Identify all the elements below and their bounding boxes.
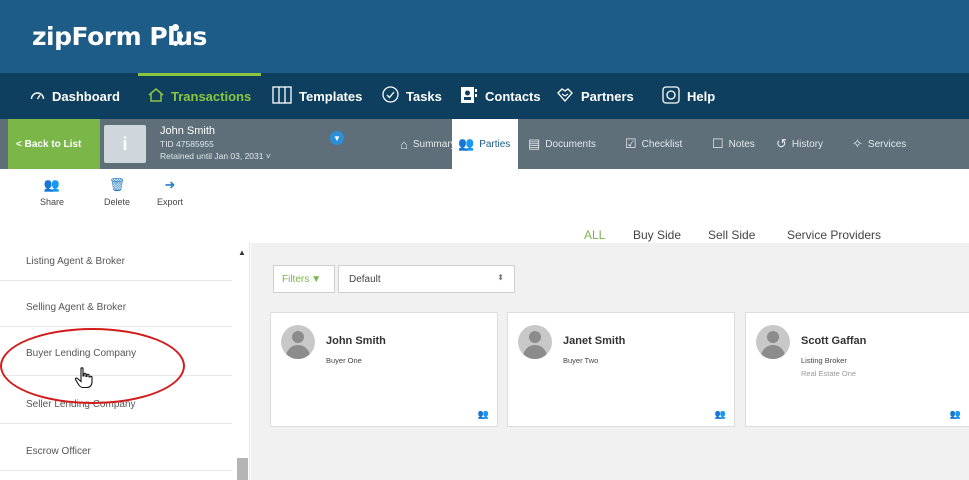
nav-tasks-label: Tasks xyxy=(406,88,442,104)
filters-label: Filters xyxy=(282,273,310,285)
check-circle-icon xyxy=(382,86,399,106)
filter-tab-sell-side[interactable]: Sell Side xyxy=(708,228,755,242)
share-people-icon[interactable]: 👥 xyxy=(478,409,489,420)
sidebar-item-listing-agent[interactable]: Listing Agent & Broker xyxy=(0,256,232,267)
transaction-retained[interactable]: Retained until Jan 03, 2031 ˅ xyxy=(160,151,271,161)
party-name: Scott Gaffan xyxy=(801,335,867,347)
party-card[interactable]: Janet Smith Buyer Two 👥 xyxy=(507,312,735,427)
delete-label: Delete xyxy=(103,197,130,207)
tab-services-label: Services xyxy=(867,138,907,150)
handshake-icon: ✧ xyxy=(852,136,863,151)
tab-history-label: History xyxy=(791,138,824,150)
share-label: Share xyxy=(39,197,65,207)
chevron-down-icon[interactable]: ▼ xyxy=(330,131,344,145)
back-to-list-button[interactable]: < Back to List xyxy=(8,119,100,169)
delete-button[interactable]: 🗑 Delete xyxy=(97,177,137,207)
sort-select-value: Default xyxy=(349,273,381,285)
avatar xyxy=(756,325,790,359)
people-icon: 👥 xyxy=(43,177,61,192)
template-icon xyxy=(272,85,292,107)
avatar xyxy=(518,325,552,359)
avatar xyxy=(281,325,315,359)
app-header: zipForm Plus xyxy=(0,0,969,73)
home-icon: ⌂ xyxy=(400,136,408,152)
party-name: John Smith xyxy=(326,335,386,347)
export-icon: ➜ xyxy=(164,177,176,192)
nav-help-label: Help xyxy=(687,88,716,104)
handshake-icon xyxy=(556,87,574,106)
party-role: Buyer One xyxy=(326,356,362,365)
tab-parties-label: Parties xyxy=(479,138,511,150)
tab-services[interactable]: ✧ Services xyxy=(852,119,906,169)
divider xyxy=(0,326,232,327)
sidebar-scrollbar[interactable]: ▲ xyxy=(236,242,249,480)
share-people-icon[interactable]: 👥 xyxy=(950,409,961,420)
filter-tab-all[interactable]: ALL xyxy=(584,228,605,242)
sidebar-item-escrow-officer[interactable]: Escrow Officer xyxy=(0,446,232,457)
select-arrows-icon: ⬍ xyxy=(497,273,504,282)
note-icon: ☐ xyxy=(712,136,724,151)
nav-templates-label: Templates xyxy=(299,88,363,104)
tab-documents[interactable]: ▤ Documents xyxy=(528,119,596,169)
party-name: Janet Smith xyxy=(563,335,626,347)
tab-summary-label: Summary xyxy=(412,138,456,150)
scrollbar-thumb[interactable] xyxy=(237,458,248,480)
party-role: Listing Broker xyxy=(801,356,847,365)
share-button[interactable]: 👥 Share xyxy=(32,177,72,207)
transaction-name: John Smith xyxy=(160,125,216,137)
export-label: Export xyxy=(156,197,183,207)
people-icon: 👥 xyxy=(458,136,475,151)
share-people-icon[interactable]: 👥 xyxy=(715,409,726,420)
filter-tab-service-providers[interactable]: Service Providers xyxy=(787,228,881,242)
export-button[interactable]: ➜ Export xyxy=(150,177,190,207)
annotation-circle xyxy=(0,328,185,404)
sort-select[interactable]: Default ⬍ xyxy=(338,265,515,293)
home-icon xyxy=(148,87,164,105)
document-icon: ▤ xyxy=(528,136,541,151)
tab-notes-label: Notes xyxy=(728,138,755,150)
filter-tab-buy-side[interactable]: Buy Side xyxy=(633,228,681,242)
party-card[interactable]: Scott Gaffan Listing Broker Real Estate … xyxy=(745,312,969,427)
contacts-icon xyxy=(460,86,478,107)
nav-dashboard[interactable]: Dashboard xyxy=(30,73,120,119)
divider xyxy=(0,470,232,471)
nav-transactions-label: Transactions xyxy=(171,88,252,104)
nav-partners-label: Partners xyxy=(581,88,634,104)
logo-dots-icon xyxy=(172,24,186,50)
dashboard-icon xyxy=(30,89,45,104)
sidebar-item-selling-agent[interactable]: Selling Agent & Broker xyxy=(0,302,232,313)
main-nav: Dashboard Transactions Templates Tasks C… xyxy=(0,73,969,119)
transaction-bar: < Back to List i John Smith TID 47585955… xyxy=(0,119,969,169)
tab-notes[interactable]: ☐ Notes xyxy=(712,119,755,169)
party-organization: Real Estate One xyxy=(801,369,857,378)
transaction-logo: i xyxy=(104,125,146,163)
history-icon: ↺ xyxy=(776,136,787,151)
nav-contacts-label: Contacts xyxy=(485,88,541,104)
tab-checklist-label: Checklist xyxy=(641,138,683,150)
nav-transactions[interactable]: Transactions xyxy=(137,73,262,119)
filter-funnel-icon: ▼ xyxy=(311,273,322,285)
transaction-tid: TID 47585955 xyxy=(160,139,214,149)
scroll-up-icon[interactable]: ▲ xyxy=(238,248,246,257)
divider xyxy=(0,280,232,281)
checklist-icon: ☑ xyxy=(625,136,637,151)
filters-button[interactable]: Filters ▼ xyxy=(273,265,335,293)
nav-contacts[interactable]: Contacts xyxy=(460,73,541,119)
nav-templates[interactable]: Templates xyxy=(272,73,362,119)
party-role: Buyer Two xyxy=(563,356,599,365)
divider xyxy=(0,423,232,424)
nav-dashboard-label: Dashboard xyxy=(52,88,120,104)
nav-help[interactable]: Help xyxy=(662,73,715,119)
trash-icon: 🗑 xyxy=(108,177,126,192)
toolbar: 👥 Share 🗑 Delete ➜ Export xyxy=(0,169,969,217)
tab-checklist[interactable]: ☑ Checklist xyxy=(625,119,682,169)
nav-partners[interactable]: Partners xyxy=(556,73,634,119)
nav-tasks[interactable]: Tasks xyxy=(382,73,442,119)
tab-parties[interactable]: 👥 Parties xyxy=(452,119,518,169)
hand-pointer-icon xyxy=(74,367,94,389)
help-icon xyxy=(662,85,680,107)
tab-documents-label: Documents xyxy=(545,138,596,150)
tab-history[interactable]: ↺ History xyxy=(776,119,823,169)
party-card[interactable]: John Smith Buyer One 👥 xyxy=(270,312,498,427)
